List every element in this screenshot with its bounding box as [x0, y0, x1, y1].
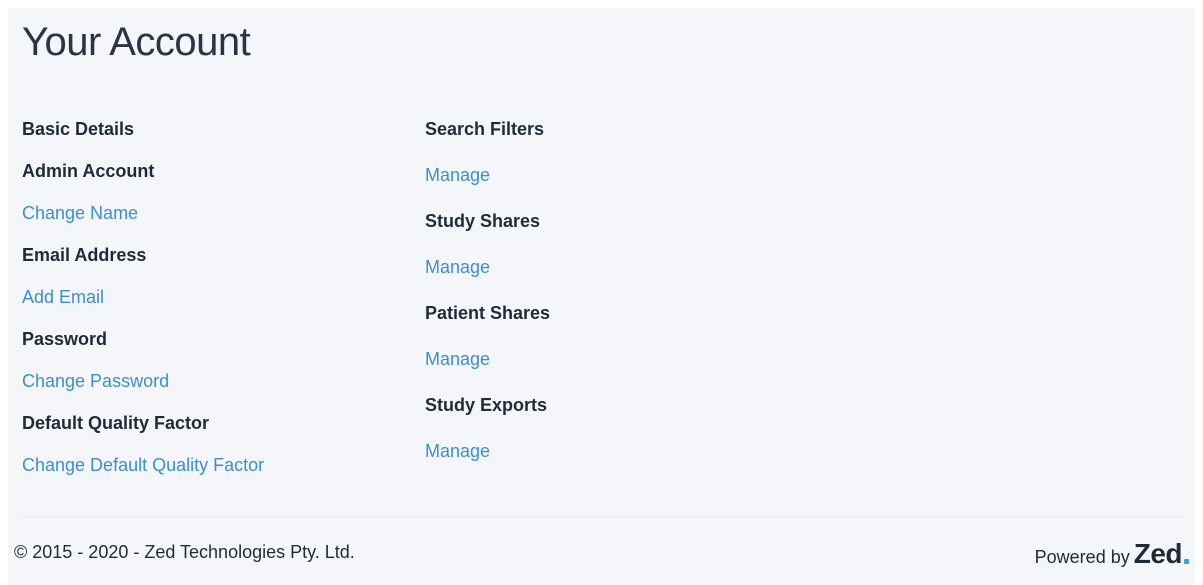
study-shares-manage-link[interactable]: Manage	[425, 256, 550, 302]
study-exports-manage-link[interactable]: Manage	[425, 440, 550, 486]
password-heading: Password	[22, 329, 108, 349]
patient-shares-heading: Patient Shares	[425, 303, 551, 323]
change-password-link[interactable]: Change Password	[22, 370, 264, 412]
email-address-heading: Email Address	[22, 245, 147, 265]
page-title: Your Account	[22, 20, 251, 64]
sharing-settings-column: Search Filters Manage Study Shares Manag…	[425, 118, 550, 486]
account-page: Your Account Basic Details Admin Account…	[8, 8, 1195, 585]
change-name-link[interactable]: Change Name	[22, 202, 264, 244]
add-email-link[interactable]: Add Email	[22, 286, 264, 328]
basic-details-heading: Basic Details	[22, 119, 135, 139]
default-quality-factor-heading: Default Quality Factor	[22, 413, 210, 433]
change-default-quality-factor-link[interactable]: Change Default Quality Factor	[22, 454, 264, 496]
copyright-text: © 2015 - 2020 - Zed Technologies Pty. Lt…	[14, 542, 355, 562]
footer-divider	[22, 516, 1181, 517]
search-filters-manage-link[interactable]: Manage	[425, 164, 550, 210]
zed-logo[interactable]: Zed	[1134, 538, 1189, 570]
study-shares-heading: Study Shares	[425, 211, 541, 231]
search-filters-heading: Search Filters	[425, 119, 545, 139]
patient-shares-manage-link[interactable]: Manage	[425, 348, 550, 394]
account-settings-column: Basic Details Admin Account Change Name …	[22, 118, 264, 496]
zed-logo-text: Zed	[1133, 538, 1183, 569]
study-exports-heading: Study Exports	[425, 395, 548, 415]
powered-by: Powered by Zed	[1035, 538, 1189, 570]
zed-logo-dot-icon	[1184, 559, 1189, 564]
powered-by-label: Powered by	[1034, 547, 1130, 567]
admin-account-heading: Admin Account	[22, 161, 155, 181]
